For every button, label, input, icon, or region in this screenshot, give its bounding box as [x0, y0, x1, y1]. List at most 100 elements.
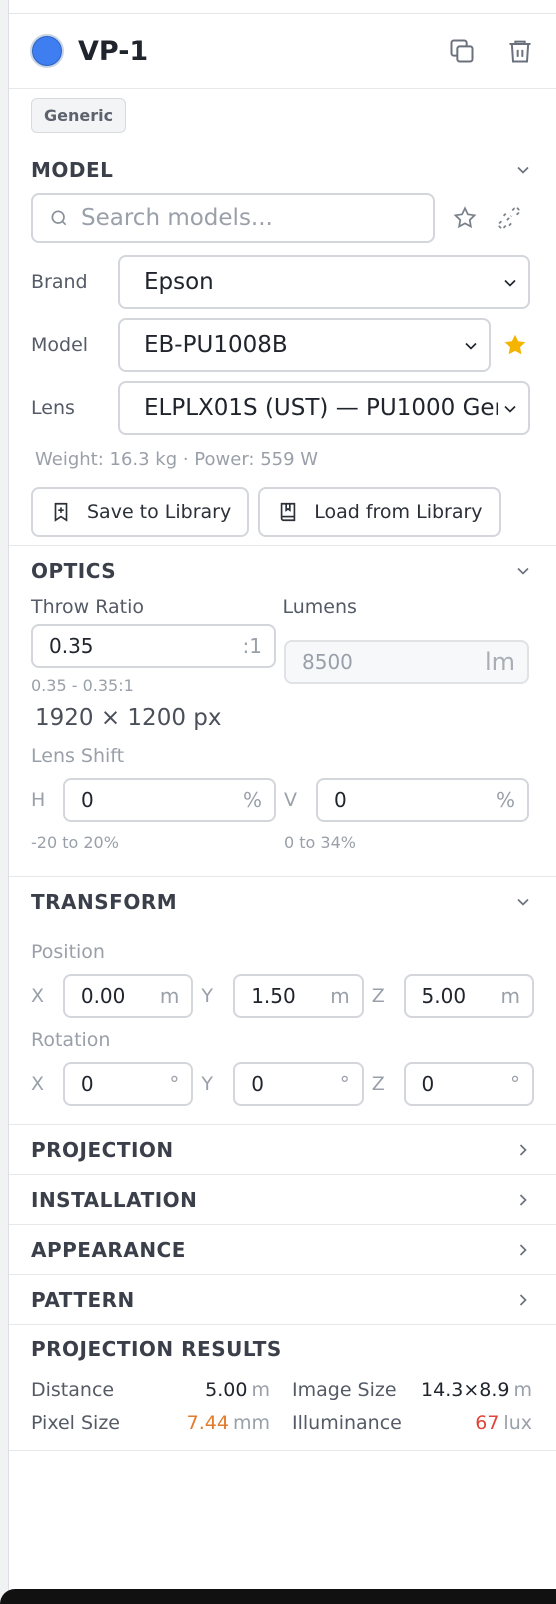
brand-row: Brand Epson: [9, 250, 556, 313]
lens-shift-label: Lens Shift: [31, 745, 125, 767]
image-size-unit: m: [513, 1378, 532, 1401]
h-shift-input[interactable]: 0 %: [63, 778, 276, 822]
lens-shift-inputs: H 0 % V 0 %: [9, 777, 556, 823]
chevron-down-icon: [512, 159, 534, 181]
optics-section: OPTICS Throw Ratio Lumens 0.35 :1 0.35 -…: [9, 546, 556, 877]
position-z-unit: m: [500, 984, 521, 1008]
projection-section-title: PROJECTION: [31, 1137, 174, 1162]
lens-value: ELPLX01S (UST) — PU1000 Gen2 (W: [144, 394, 530, 421]
throw-ratio-hint: 0.35 - 0.35:1: [31, 676, 134, 695]
rotation-x-input[interactable]: 0 °: [62, 1062, 194, 1106]
model-value: EB-PU1008B: [144, 331, 288, 358]
projector-title[interactable]: VP-1: [78, 36, 418, 67]
h-shift-unit: %: [242, 788, 262, 812]
rotation-y-unit: °: [339, 1072, 350, 1096]
throw-ratio-value: 0.35: [49, 634, 94, 658]
category-badge: Generic: [31, 98, 127, 133]
distance-value: 5.00: [205, 1378, 248, 1401]
position-y-input[interactable]: 1.50 m: [233, 974, 364, 1018]
illuminance-unit: lux: [503, 1411, 532, 1434]
search-models-input[interactable]: Search models...: [31, 193, 435, 243]
chevron-down-icon: [459, 333, 483, 358]
rotation-inputs: X 0 ° Y 0 ° Z 0 °: [9, 1059, 556, 1109]
brand-select[interactable]: Epson: [118, 254, 530, 309]
installation-section-header[interactable]: INSTALLATION: [9, 1175, 556, 1225]
model-select[interactable]: EB-PU1008B: [118, 317, 491, 372]
chevron-right-icon: [512, 1239, 534, 1261]
v-shift-hint: 0 to 34%: [284, 833, 356, 852]
h-shift-axis-label: H: [31, 789, 46, 811]
chevron-right-icon: [512, 1289, 534, 1311]
unlink-icon[interactable]: [495, 204, 523, 232]
transform-section-header[interactable]: TRANSFORM: [9, 877, 556, 927]
v-shift-unit: %: [495, 788, 515, 812]
chevron-down-icon: [512, 560, 534, 582]
h-shift-value: 0: [81, 788, 94, 812]
throw-ratio-label: Throw Ratio: [31, 596, 145, 618]
appearance-section-title: APPEARANCE: [31, 1237, 186, 1262]
results-row-2: Pixel Size 7.44 mm Illuminance 67 lux: [31, 1406, 534, 1439]
badge-row: Generic: [9, 89, 556, 149]
throw-ratio-unit: :1: [242, 634, 262, 658]
pixel-size-value: 7.44: [186, 1411, 229, 1434]
image-size-label: Image Size: [292, 1378, 397, 1401]
position-x-value: 0.00: [80, 984, 126, 1008]
v-shift-value: 0: [334, 788, 347, 812]
save-to-library-button[interactable]: Save to Library: [31, 487, 250, 537]
optics-section-header[interactable]: OPTICS: [9, 546, 556, 596]
optics-labels: Throw Ratio Lumens: [9, 596, 556, 624]
pattern-section-header[interactable]: PATTERN: [9, 1275, 556, 1325]
installation-section-title: INSTALLATION: [31, 1187, 198, 1212]
position-z-label: Z: [371, 985, 385, 1007]
rotation-label: Rotation: [31, 1029, 111, 1051]
illuminance-label: Illuminance: [292, 1411, 402, 1434]
position-z-input[interactable]: 5.00 m: [403, 974, 535, 1018]
h-shift-hint: -20 to 20%: [31, 833, 119, 852]
optics-section-title: OPTICS: [31, 559, 117, 583]
rotation-z-input[interactable]: 0 °: [403, 1062, 535, 1106]
pixel-size-label: Pixel Size: [31, 1411, 120, 1434]
throw-ratio-input[interactable]: 0.35 :1: [31, 624, 276, 668]
chevron-right-icon: [512, 1139, 534, 1161]
save-to-library-label: Save to Library: [87, 501, 232, 523]
star-outline-icon[interactable]: [451, 204, 479, 232]
transform-section: TRANSFORM Position X 0.00 m Y 1.50 m Z 5…: [9, 877, 556, 1125]
rotation-y-input[interactable]: 0 °: [233, 1062, 364, 1106]
brand-label: Brand: [31, 270, 88, 293]
resolution-text: 1920 × 1200 px: [35, 705, 222, 731]
v-shift-axis-label: V: [284, 789, 297, 811]
search-placeholder: Search models...: [81, 205, 273, 231]
lens-select[interactable]: ELPLX01S (UST) — PU1000 Gen2 (W: [118, 380, 530, 435]
v-shift-input[interactable]: 0 %: [316, 778, 529, 822]
position-z-value: 5.00: [421, 984, 467, 1008]
results-row-1: Distance 5.00 m Image Size 14.3×8.9 m: [31, 1373, 534, 1406]
projection-section-header[interactable]: PROJECTION: [9, 1125, 556, 1175]
pattern-section-title: PATTERN: [31, 1287, 135, 1312]
projection-results: PROJECTION RESULTS Distance 5.00 m Image …: [9, 1325, 556, 1451]
search-row: Search models...: [9, 191, 556, 245]
projector-color-swatch[interactable]: [30, 34, 64, 68]
position-x-input[interactable]: 0.00 m: [62, 974, 194, 1018]
transform-section-title: TRANSFORM: [31, 890, 178, 914]
rotation-y-label: Y: [201, 1073, 213, 1095]
rotation-x-label: X: [31, 1073, 45, 1095]
rotation-x-value: 0: [80, 1072, 94, 1096]
position-y-value: 1.50: [251, 984, 296, 1008]
top-divider: [9, 0, 556, 14]
chevron-right-icon: [512, 1189, 534, 1211]
rotation-z-value: 0: [421, 1072, 435, 1096]
chevron-down-icon: [498, 396, 522, 421]
rotation-y-value: 0: [251, 1072, 264, 1096]
rotation-z-unit: °: [510, 1072, 521, 1096]
duplicate-icon[interactable]: [448, 37, 476, 65]
model-row: Model EB-PU1008B: [9, 313, 556, 376]
favorite-star-icon[interactable]: [501, 331, 529, 359]
position-x-label: X: [31, 985, 45, 1007]
appearance-section-header[interactable]: APPEARANCE: [9, 1225, 556, 1275]
model-section-header[interactable]: MODEL: [9, 149, 556, 191]
load-from-library-button[interactable]: Load from Library: [258, 487, 501, 537]
lens-label: Lens: [31, 396, 75, 419]
trash-icon[interactable]: [506, 37, 534, 65]
lumens-unit: lm: [484, 648, 515, 676]
pixel-size-unit: mm: [232, 1411, 270, 1434]
